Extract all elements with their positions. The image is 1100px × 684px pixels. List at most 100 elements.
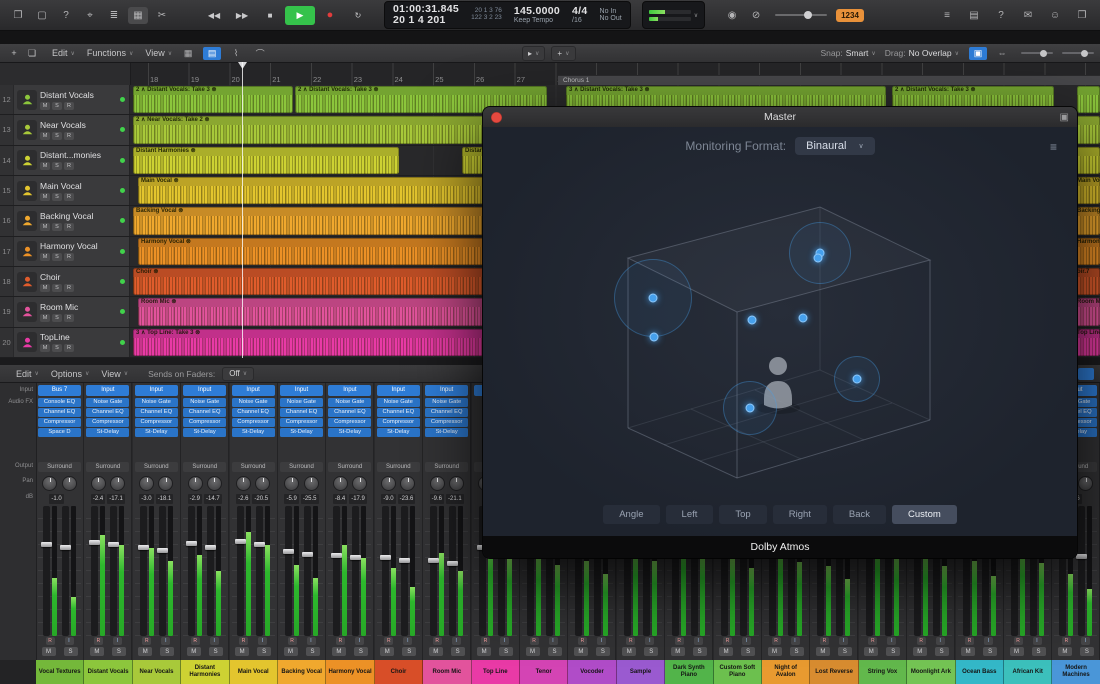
channel-name-label[interactable]: Vocal Textures [36, 660, 85, 684]
channel-name-label[interactable]: Night of Avalon [762, 660, 811, 684]
fx-slot[interactable]: Noise Gate [280, 398, 323, 407]
solo-button[interactable]: S [837, 647, 852, 656]
volume-fader[interactable] [283, 506, 294, 636]
input-monitor-button[interactable]: I [693, 637, 703, 645]
pan-knob[interactable] [42, 475, 58, 491]
track-header[interactable]: 12 Distant Vocals M S R [0, 85, 130, 115]
plugin-window[interactable]: Master ▣ Monitoring Format: Binaural ∨ ≡ [483, 107, 1077, 558]
solo-button[interactable]: S [1031, 647, 1046, 656]
audio-region[interactable]: 2 ∧ Distant Vocals: Take 3 ⊗ [133, 86, 293, 114]
speaker-dot[interactable] [649, 332, 659, 342]
fx-slot[interactable]: Noise Gate [425, 398, 469, 407]
fader-cap[interactable] [398, 558, 410, 563]
view-button-top[interactable]: Top [719, 505, 767, 524]
fx-slot[interactable]: Noise Gate [86, 398, 130, 407]
audio-region[interactable] [1077, 86, 1100, 114]
view-button-right[interactable]: Right [772, 505, 827, 524]
record-enable-button[interactable]: R [1013, 637, 1023, 645]
fader-cap[interactable] [137, 545, 149, 550]
solo-button[interactable]: S [644, 647, 659, 656]
output-slot[interactable]: Surround [183, 462, 227, 472]
add-track-button[interactable]: + [6, 47, 22, 60]
mute-button[interactable]: M [40, 192, 50, 201]
solo-button[interactable]: S [52, 222, 62, 231]
list-view-icon[interactable]: ▤ [203, 46, 222, 60]
pan-knob[interactable] [429, 475, 445, 491]
audio-region[interactable]: Distant Harmonies ⊗ [133, 146, 399, 174]
record-enable-button[interactable]: R [577, 637, 587, 645]
solo-button[interactable]: S [789, 647, 804, 656]
tuner-icon[interactable]: ◉ [722, 7, 742, 24]
audio-region[interactable]: Room Mic [1074, 298, 1100, 326]
fader-cap[interactable] [1076, 554, 1088, 560]
channel-name-label[interactable]: Sample [616, 660, 666, 684]
output-slot[interactable]: Surround [425, 462, 469, 472]
record-enable-button[interactable]: R [481, 637, 491, 645]
duplicate-track-button[interactable]: ❏ [24, 47, 40, 60]
mute-button[interactable]: M [477, 647, 492, 656]
fx-slot[interactable]: Compressor [134, 418, 178, 427]
volume-fader[interactable] [447, 506, 459, 636]
pan-knob[interactable] [400, 475, 416, 491]
volume-fader[interactable] [428, 506, 440, 636]
pan-knob[interactable] [284, 475, 300, 491]
channel-name-label[interactable]: African Kit [1004, 660, 1053, 684]
output-slot[interactable]: Surround [328, 462, 372, 472]
pan-knob[interactable] [158, 475, 174, 491]
record-enable-button[interactable]: R [335, 637, 345, 645]
fx-slot[interactable]: Compressor [86, 418, 130, 427]
pan-knob[interactable] [352, 475, 368, 491]
display-icon[interactable]: ▢ [32, 7, 52, 24]
channel-name-label[interactable]: String Vox [858, 660, 908, 684]
menu-functions[interactable]: Functions ∨ [81, 47, 139, 59]
mute-button[interactable]: M [40, 344, 50, 353]
input-slot[interactable]: Input [280, 385, 323, 396]
fx-slot[interactable]: St-Delay [280, 428, 323, 437]
record-enable-button[interactable]: R [529, 637, 539, 645]
fader-cap[interactable] [89, 539, 101, 545]
volume-fader[interactable] [379, 506, 391, 636]
record-enable-button[interactable]: R [771, 637, 781, 645]
collaborate-icon[interactable]: ☺ [1045, 7, 1065, 24]
solo-button[interactable]: S [52, 131, 62, 140]
volume-fader[interactable] [205, 506, 217, 636]
mute-button[interactable]: M [283, 647, 298, 656]
pan-knob[interactable] [1078, 475, 1094, 491]
solo-button[interactable]: S [499, 647, 514, 656]
volume-fader[interactable] [253, 506, 265, 636]
record-enable-button[interactable]: R [64, 101, 74, 110]
fx-slot[interactable]: Channel EQ [425, 408, 469, 417]
menu-options[interactable]: Options ∨ [45, 368, 95, 380]
help-icon[interactable]: ? [991, 7, 1011, 24]
master-volume-slider[interactable] [775, 11, 828, 19]
fx-slot[interactable]: Noise Gate [183, 398, 227, 407]
volume-fader[interactable] [60, 506, 71, 636]
fx-slot[interactable]: Channel EQ [183, 408, 227, 417]
track-header[interactable]: 18 Choir M S R [0, 266, 130, 297]
record-enable-button[interactable]: R [965, 637, 975, 645]
fx-slot[interactable]: Compressor [328, 418, 372, 427]
playhead[interactable] [242, 62, 243, 358]
count-in-badge[interactable]: 1234 [836, 8, 864, 22]
channel-name-label[interactable]: Tenor [520, 660, 569, 684]
fx-slot[interactable]: Channel EQ [86, 408, 130, 417]
fader-cap[interactable] [253, 542, 265, 548]
solo-button[interactable]: S [52, 253, 62, 262]
mute-button[interactable]: M [1057, 647, 1072, 656]
channel-name-label[interactable]: Lost Reverse [810, 660, 859, 684]
record-enable-button[interactable]: R [64, 344, 74, 353]
input-monitor-button[interactable]: I [935, 637, 945, 645]
solo-button[interactable]: S [450, 647, 465, 656]
input-slot[interactable]: Input [425, 385, 469, 396]
fx-slot[interactable]: St-Delay [86, 428, 130, 437]
audio-region[interactable]: Top Line [1074, 328, 1100, 356]
mute-button[interactable]: M [40, 101, 50, 110]
fx-slot[interactable]: Noise Gate [231, 398, 275, 407]
bar-ruler[interactable]: 1819202122232425262728293031323334353637… [130, 62, 1100, 85]
drag-selector[interactable]: Drag: No Overlap ∨ [885, 48, 959, 58]
input-slot[interactable]: Input [183, 385, 227, 396]
fader-cap[interactable] [186, 541, 198, 547]
volume-fader[interactable] [398, 506, 410, 636]
mute-button[interactable]: M [912, 647, 927, 656]
fx-slot[interactable]: Channel EQ [376, 408, 420, 417]
